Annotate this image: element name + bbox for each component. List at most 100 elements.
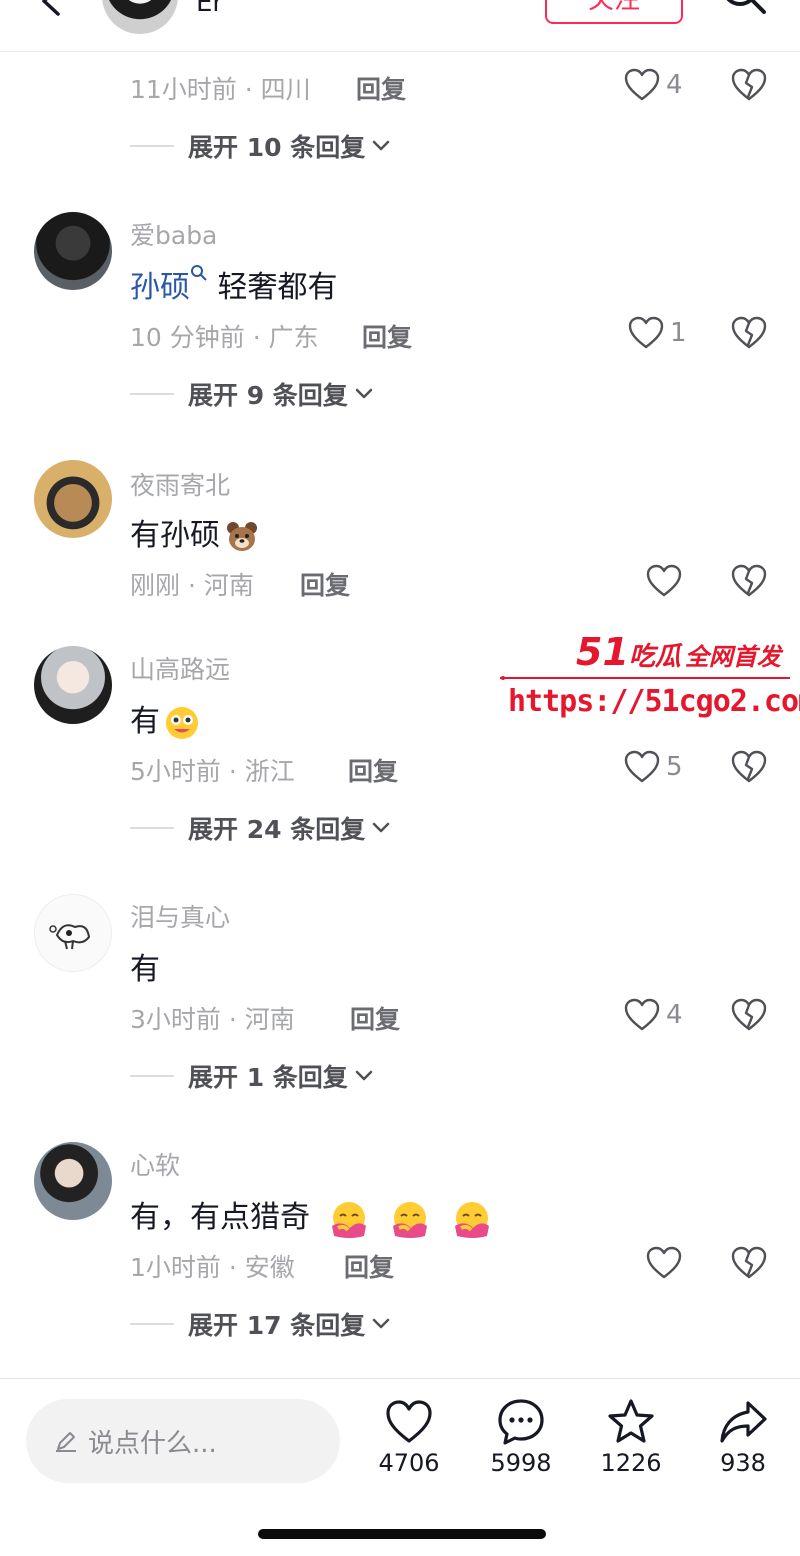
expand-replies-button[interactable]: 展开 1 条回复 xyxy=(130,1058,374,1094)
share-action-button[interactable]: 938 xyxy=(698,1397,788,1477)
comment-text: 有孙硕 xyxy=(130,510,260,555)
watermark-text: 吃瓜 xyxy=(628,642,681,672)
dislike-icon[interactable] xyxy=(730,68,768,102)
heart-icon xyxy=(646,564,682,597)
expand-replies-label: 展开 9 条回复 xyxy=(188,381,348,410)
favorite-total: 1226 xyxy=(600,1449,662,1477)
avatar[interactable] xyxy=(34,460,112,538)
dislike-icon[interactable] xyxy=(730,564,768,598)
expand-replies-button[interactable]: 展开 24 条回复 xyxy=(130,810,391,846)
chevron-down-icon xyxy=(355,1070,373,1081)
divider xyxy=(130,145,174,147)
comment-text: 有 xyxy=(130,952,160,987)
comment-text-rest: 轻奢都有 xyxy=(208,270,338,305)
comment-username[interactable]: 夜雨寄北 xyxy=(130,466,230,502)
comment-text: 孙硕 轻奢都有 xyxy=(130,262,338,306)
avatar[interactable] xyxy=(34,894,112,972)
bottom-bar: 说点什么... 4706 5998 1226 938 xyxy=(0,1378,800,1556)
hug-emoji-icon xyxy=(454,1201,489,1238)
like-button[interactable] xyxy=(646,1246,682,1280)
avatar[interactable] xyxy=(34,646,112,724)
divider xyxy=(130,393,174,395)
comment-username[interactable]: 泪与真心 xyxy=(130,898,230,934)
reply-button[interactable]: 回复 xyxy=(348,752,398,788)
comment-time-location: 3小时前 · 河南 xyxy=(130,1005,295,1034)
like-count: 4 xyxy=(666,1000,683,1030)
expand-replies-label: 展开 24 条回复 xyxy=(188,815,366,844)
watermark-number: 51 xyxy=(576,630,629,674)
dislike-icon[interactable] xyxy=(730,1246,768,1280)
expand-replies-button[interactable]: 展开 9 条回复 xyxy=(130,376,374,412)
comment-text-body: 有 xyxy=(130,704,160,739)
comment-text: 有，有点猎奇 xyxy=(130,1192,493,1240)
comment-username[interactable]: 心软 xyxy=(130,1146,180,1182)
like-button[interactable] xyxy=(646,564,682,598)
dislike-icon[interactable] xyxy=(730,316,768,350)
like-button[interactable]: 4 xyxy=(624,68,683,102)
top-bar: Er 关注 xyxy=(0,0,800,52)
mention-link[interactable]: 孙硕 xyxy=(130,270,190,305)
reply-button[interactable]: 回复 xyxy=(350,1000,400,1036)
divider xyxy=(130,827,174,829)
heart-icon xyxy=(628,316,664,349)
hug-emoji-icon xyxy=(393,1201,428,1238)
comment-username[interactable]: 爱baba xyxy=(130,216,217,252)
comment-text-body: 有孙硕 xyxy=(130,518,220,553)
expand-replies-label: 展开 17 条回复 xyxy=(188,1311,366,1340)
heart-icon xyxy=(624,68,660,101)
chevron-down-icon xyxy=(372,140,390,151)
comment-total: 5998 xyxy=(490,1449,552,1477)
dog-emoji-icon xyxy=(227,521,257,551)
share-arrow-icon xyxy=(720,1401,767,1443)
like-action-button[interactable]: 4706 xyxy=(364,1397,454,1477)
doodle-icon xyxy=(49,924,91,950)
comment-text-body: 有，有点猎奇 xyxy=(130,1200,310,1235)
watermark-tail: 全网首发 xyxy=(684,643,781,671)
author-name[interactable]: Er xyxy=(196,0,223,18)
reply-button[interactable]: 回复 xyxy=(300,566,350,602)
watermark-underline xyxy=(500,676,790,680)
comment-time-location: 刚刚 · 河南 xyxy=(130,571,254,600)
chevron-down-icon xyxy=(372,822,390,833)
author-avatar[interactable] xyxy=(102,0,178,34)
avatar[interactable] xyxy=(34,212,112,290)
heart-icon xyxy=(624,998,660,1031)
comment-action-button[interactable]: 5998 xyxy=(476,1397,566,1477)
heart-icon xyxy=(386,1400,432,1443)
back-icon[interactable] xyxy=(36,0,66,16)
expand-replies-button[interactable]: 展开 10 条回复 xyxy=(130,128,391,164)
comment-input[interactable]: 说点什么... xyxy=(26,1399,340,1483)
reply-button[interactable]: 回复 xyxy=(356,70,406,106)
dislike-icon[interactable] xyxy=(730,750,768,784)
reply-button[interactable]: 回复 xyxy=(362,318,412,354)
expand-replies-button[interactable]: 展开 17 条回复 xyxy=(130,1306,391,1342)
comment-input-placeholder: 说点什么... xyxy=(88,1428,217,1459)
home-indicator[interactable] xyxy=(258,1529,546,1539)
heart-icon xyxy=(624,750,660,783)
divider xyxy=(130,1323,174,1325)
chevron-down-icon xyxy=(372,1318,390,1329)
divider xyxy=(130,1075,174,1077)
like-count: 4 xyxy=(666,70,683,100)
watermark-title: 51吃瓜 全网首发 xyxy=(576,630,781,674)
comment-time-location: 10 分钟前 · 广东 xyxy=(130,323,319,352)
avatar[interactable] xyxy=(34,1142,112,1220)
dislike-icon[interactable] xyxy=(730,998,768,1032)
hug-emoji-icon xyxy=(331,1201,366,1238)
follow-button[interactable]: 关注 xyxy=(545,0,683,24)
like-button[interactable]: 4 xyxy=(624,998,683,1032)
search-icon[interactable] xyxy=(718,0,768,20)
star-eyes-emoji-icon xyxy=(166,706,198,739)
reply-button[interactable]: 回复 xyxy=(344,1248,394,1284)
chevron-down-icon xyxy=(355,388,373,399)
search-tag-icon[interactable] xyxy=(190,264,208,282)
share-total: 938 xyxy=(720,1449,766,1477)
like-button[interactable]: 5 xyxy=(624,750,683,784)
comment-bubble-icon xyxy=(498,1399,544,1445)
heart-icon xyxy=(646,1246,682,1279)
comment-time-location: 5小时前 · 浙江 xyxy=(130,757,295,786)
comment-username[interactable]: 山高路远 xyxy=(130,650,230,686)
like-count: 1 xyxy=(670,318,687,348)
like-button[interactable]: 1 xyxy=(628,316,687,350)
favorite-action-button[interactable]: 1226 xyxy=(586,1397,676,1477)
